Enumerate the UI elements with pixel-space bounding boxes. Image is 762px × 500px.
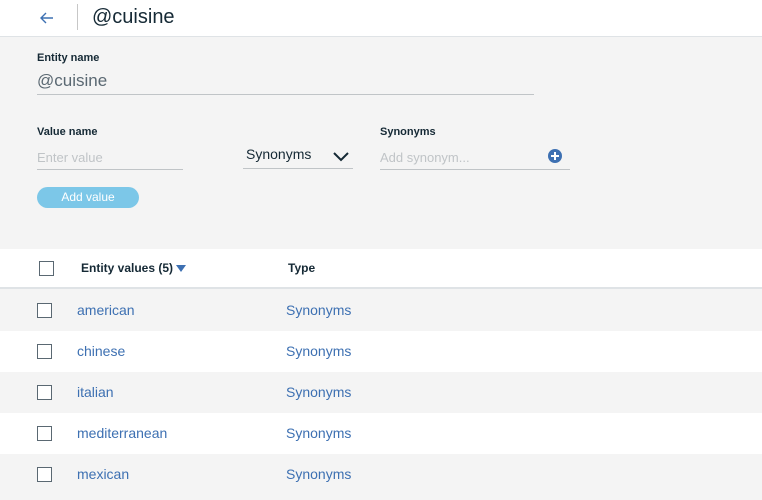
row-checkbox[interactable] xyxy=(37,467,52,482)
row-checkbox[interactable] xyxy=(37,303,52,318)
row-type: Synonyms xyxy=(286,384,352,400)
entity-name-label: Entity name xyxy=(37,52,100,64)
table-row: mediterranean Synonyms xyxy=(0,413,762,454)
value-name-label: Value name xyxy=(37,126,98,138)
select-all-checkbox[interactable] xyxy=(39,261,54,276)
table-header: Entity values (5) Type xyxy=(0,249,762,289)
column-header-entity-values[interactable]: Entity values (5) xyxy=(81,261,173,275)
synonym-input[interactable] xyxy=(380,146,570,170)
row-value-link[interactable]: american xyxy=(77,302,135,318)
page-title: @cuisine xyxy=(92,6,175,28)
table-row: mexican Synonyms xyxy=(0,454,762,495)
table-row: american Synonyms xyxy=(0,290,762,331)
row-value-link[interactable]: mediterranean xyxy=(77,425,167,441)
entity-name-input[interactable] xyxy=(37,68,534,95)
row-value-link[interactable]: italian xyxy=(77,384,114,400)
type-select[interactable]: Synonyms xyxy=(243,142,353,169)
header-divider xyxy=(77,4,78,30)
page-header: @cuisine xyxy=(0,0,762,37)
caret-down-icon[interactable] xyxy=(176,265,186,272)
column-header-type: Type xyxy=(288,261,316,275)
table-row: chinese Synonyms xyxy=(0,331,762,372)
add-value-button[interactable]: Add value xyxy=(37,187,139,208)
row-type: Synonyms xyxy=(286,466,352,482)
type-select-value: Synonyms xyxy=(246,146,312,162)
row-value-link[interactable]: mexican xyxy=(77,466,129,482)
row-checkbox[interactable] xyxy=(37,385,52,400)
synonyms-label: Synonyms xyxy=(380,126,436,138)
row-checkbox[interactable] xyxy=(37,426,52,441)
row-type: Synonyms xyxy=(286,302,352,318)
value-name-input[interactable] xyxy=(37,146,183,170)
chevron-down-icon xyxy=(333,150,349,162)
plus-circle-icon[interactable] xyxy=(548,149,562,163)
row-value-link[interactable]: chinese xyxy=(77,343,125,359)
row-checkbox[interactable] xyxy=(37,344,52,359)
arrow-left-icon[interactable] xyxy=(36,7,58,29)
table-row: italian Synonyms xyxy=(0,372,762,413)
row-type: Synonyms xyxy=(286,343,352,359)
row-type: Synonyms xyxy=(286,425,352,441)
